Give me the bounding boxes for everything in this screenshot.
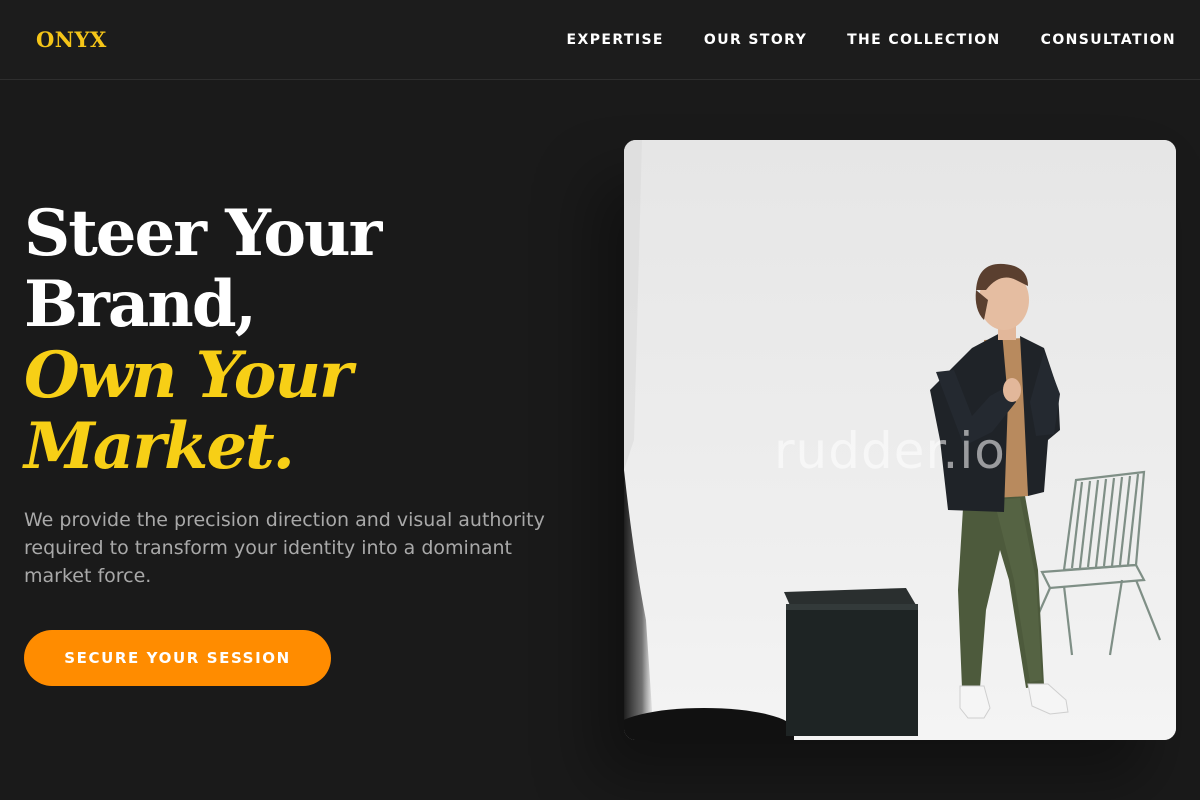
nav-link-the-collection[interactable]: THE COLLECTION bbox=[847, 32, 1001, 48]
hero-title-accent-line-1: Own Your bbox=[24, 338, 353, 413]
photo-watermark: rudder.io bbox=[774, 422, 1006, 480]
hero-description: We provide the precision direction and v… bbox=[24, 509, 545, 587]
hero-title-line-2: Brand, bbox=[24, 267, 257, 342]
hero-title: Steer Your Brand, Own Your Market. bbox=[24, 198, 584, 482]
main-nav: EXPERTISE OUR STORY THE COLLECTION CONSU… bbox=[527, 0, 1176, 80]
site-header: ONYX EXPERTISE OUR STORY THE COLLECTION … bbox=[0, 0, 1200, 80]
hero-photo: rudder.io bbox=[624, 140, 1176, 740]
nav-link-our-story[interactable]: OUR STORY bbox=[704, 32, 807, 48]
nav-link-expertise[interactable]: EXPERTISE bbox=[567, 32, 664, 48]
hero-title-accent-line-2: Market. bbox=[24, 409, 295, 484]
hero-title-line-1: Steer Your bbox=[24, 196, 382, 271]
secure-session-button[interactable]: SECURE YOUR SESSION bbox=[24, 630, 331, 686]
brand-logo[interactable]: ONYX bbox=[36, 27, 107, 52]
nav-link-consultation[interactable]: CONSULTATION bbox=[1041, 32, 1176, 48]
